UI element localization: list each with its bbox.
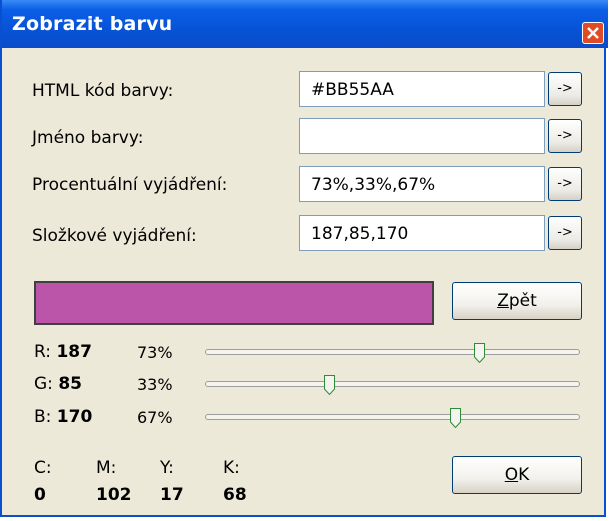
red-slider-track[interactable] xyxy=(205,349,580,355)
component-field[interactable]: 187,85,170 xyxy=(299,215,545,251)
ok-button[interactable]: OK xyxy=(452,456,582,494)
html-code-label: HTML kód barvy: xyxy=(32,81,174,101)
close-icon xyxy=(587,27,599,39)
green-value: 85 xyxy=(58,374,82,394)
percent-field[interactable]: 73%,33%,67% xyxy=(299,166,545,202)
blue-value: 170 xyxy=(56,407,93,427)
blue-slider-thumb[interactable] xyxy=(449,408,461,428)
magenta-label: M: xyxy=(96,458,117,478)
cyan-value: 0 xyxy=(34,485,46,505)
percent-label: Procentuální vyjádření: xyxy=(32,175,228,195)
yellow-label: Y: xyxy=(160,458,174,478)
back-button-label: Zpět xyxy=(497,291,537,311)
red-percent: 73% xyxy=(137,343,173,362)
component-apply-button[interactable]: -> xyxy=(548,216,582,250)
percent-apply-button[interactable]: -> xyxy=(548,167,582,201)
black-value: 68 xyxy=(223,485,247,505)
color-name-field[interactable] xyxy=(299,118,545,154)
green-slider-track[interactable] xyxy=(205,381,580,387)
title-bar[interactable]: Zobrazit barvu xyxy=(2,0,608,48)
blue-label: B: xyxy=(34,407,52,427)
green-slider-thumb[interactable] xyxy=(324,375,336,395)
blue-slider-track[interactable] xyxy=(205,414,580,420)
green-percent: 33% xyxy=(137,375,173,394)
cyan-label: C: xyxy=(34,458,52,478)
red-label: R: xyxy=(34,342,52,362)
ok-button-label: OK xyxy=(504,465,530,485)
green-readout: G: 85 xyxy=(34,374,82,394)
red-value: 187 xyxy=(56,342,92,362)
yellow-value: 17 xyxy=(160,485,184,505)
blue-percent: 67% xyxy=(137,408,173,427)
black-label: K: xyxy=(223,458,240,478)
color-name-label: Jméno barvy: xyxy=(32,128,144,148)
blue-readout: B: 170 xyxy=(34,407,92,427)
magenta-value: 102 xyxy=(96,485,132,505)
color-preview-swatch xyxy=(34,281,434,325)
red-readout: R: 187 xyxy=(34,342,92,362)
html-code-field[interactable]: #BB55AA xyxy=(299,71,545,107)
window-title: Zobrazit barvu xyxy=(12,13,173,35)
red-slider-thumb[interactable] xyxy=(474,343,486,363)
component-label: Složkové vyjádření: xyxy=(32,226,197,246)
green-label: G: xyxy=(34,374,53,394)
color-dialog: Zobrazit barvu HTML kód barvy: #BB55AA -… xyxy=(0,0,608,517)
color-name-apply-button[interactable]: -> xyxy=(548,119,582,153)
close-button[interactable] xyxy=(582,22,604,44)
back-button[interactable]: Zpět xyxy=(452,282,582,320)
html-code-apply-button[interactable]: -> xyxy=(548,72,582,106)
